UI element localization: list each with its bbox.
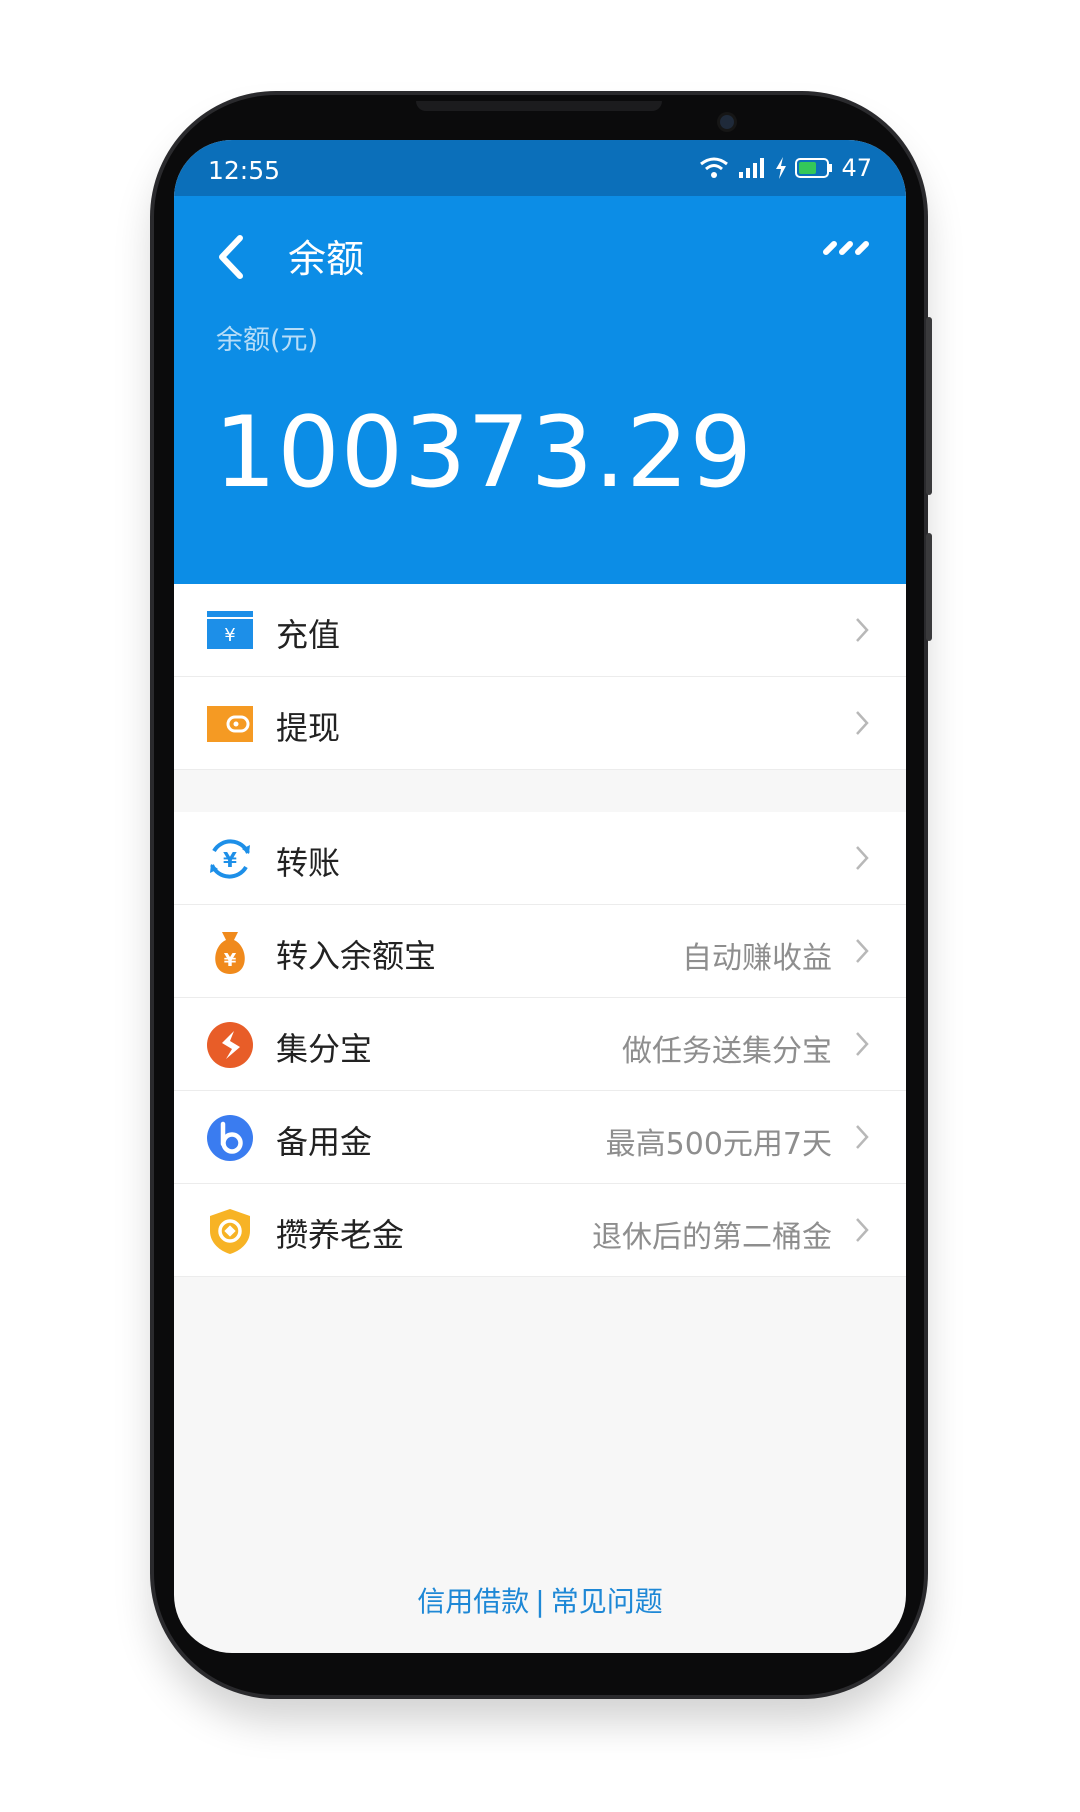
list-item-pension[interactable]: 攒养老金 退休后的第二桶金 bbox=[174, 1184, 906, 1277]
list-item-label: 转入余额宝 bbox=[276, 937, 437, 975]
list-item-withdraw[interactable]: 提现 bbox=[174, 677, 906, 770]
status-icons: 47 bbox=[699, 152, 872, 184]
credit-loan-link[interactable]: 信用借款 bbox=[417, 1585, 529, 1618]
power-button bbox=[926, 533, 932, 641]
recharge-card-icon: ¥ bbox=[207, 611, 253, 649]
balance-label: 余额(元) bbox=[216, 325, 319, 356]
phone-speaker bbox=[416, 101, 662, 111]
list-item-reserve-fund[interactable]: 备用金 最高500元用7天 bbox=[174, 1091, 906, 1184]
list-item-recharge[interactable]: ¥ 充值 bbox=[174, 584, 906, 677]
chevron-right-icon bbox=[856, 939, 869, 963]
wifi-icon bbox=[700, 157, 729, 178]
back-arrow-icon[interactable] bbox=[212, 232, 252, 282]
funds-group: ¥ 充值 提现 bbox=[174, 584, 906, 770]
svg-text:¥: ¥ bbox=[223, 848, 237, 872]
list-item-hint: 自动赚收益 bbox=[682, 941, 832, 976]
page-title: 余额 bbox=[288, 237, 365, 281]
list-item-jifenbao[interactable]: 集分宝 做任务送集分宝 bbox=[174, 998, 906, 1091]
transfer-yuan-icon: ¥ bbox=[210, 839, 250, 879]
services-group: ¥ 转账 ¥ 转入余额宝 自动赚收益 集分宝 做任务送集分宝 备用金 最高500… bbox=[174, 812, 906, 1277]
list-item-label: 攒养老金 bbox=[276, 1216, 405, 1254]
front-camera bbox=[720, 115, 734, 129]
chevron-right-icon bbox=[856, 618, 869, 642]
chevron-right-icon bbox=[856, 711, 869, 735]
list-item-transfer[interactable]: ¥ 转账 bbox=[174, 812, 906, 905]
charging-icon bbox=[776, 157, 787, 179]
wallet-icon bbox=[207, 706, 253, 742]
pension-shield-icon bbox=[210, 1209, 250, 1254]
volume-button bbox=[926, 317, 932, 495]
list-item-hint: 做任务送集分宝 bbox=[622, 1034, 832, 1069]
list-item-label: 提现 bbox=[276, 709, 341, 747]
list-item-label: 转账 bbox=[276, 844, 341, 882]
svg-text:¥: ¥ bbox=[224, 625, 235, 646]
list-item-hint: 最高500元用7天 bbox=[605, 1127, 832, 1162]
chevron-right-icon bbox=[856, 1218, 869, 1242]
faq-link[interactable]: 常见问题 bbox=[551, 1585, 663, 1618]
status-time: 12:55 bbox=[208, 156, 281, 185]
battery-level: 47 bbox=[841, 154, 872, 182]
list-item-label: 集分宝 bbox=[276, 1030, 373, 1068]
points-icon bbox=[207, 1022, 253, 1068]
signal-icon bbox=[739, 158, 765, 178]
chevron-right-icon bbox=[856, 846, 869, 870]
screen: 12:55 47 余额 余额(元) 100373.29 ¥ 充值 提现 ¥ 转账… bbox=[174, 140, 906, 1653]
list-item-hint: 退休后的第二桶金 bbox=[592, 1220, 832, 1255]
battery-icon bbox=[795, 158, 833, 178]
chevron-right-icon bbox=[856, 1032, 869, 1056]
balance-header: 余额 余额(元) 100373.29 bbox=[174, 196, 906, 584]
chevron-right-icon bbox=[856, 1125, 869, 1149]
balance-amount: 100373.29 bbox=[214, 396, 753, 510]
footer-links: 信用借款 | 常见问题 bbox=[174, 1580, 906, 1620]
money-bag-icon: ¥ bbox=[215, 932, 245, 974]
reserve-b-icon bbox=[207, 1115, 253, 1161]
list-item-label: 备用金 bbox=[276, 1123, 373, 1161]
svg-text:¥: ¥ bbox=[224, 950, 237, 971]
status-bar: 12:55 47 bbox=[174, 140, 906, 196]
footer-separator: | bbox=[535, 1585, 545, 1618]
list-item-yuebao[interactable]: ¥ 转入余额宝 自动赚收益 bbox=[174, 905, 906, 998]
more-options-icon[interactable] bbox=[822, 238, 870, 258]
list-item-label: 充值 bbox=[276, 616, 341, 654]
